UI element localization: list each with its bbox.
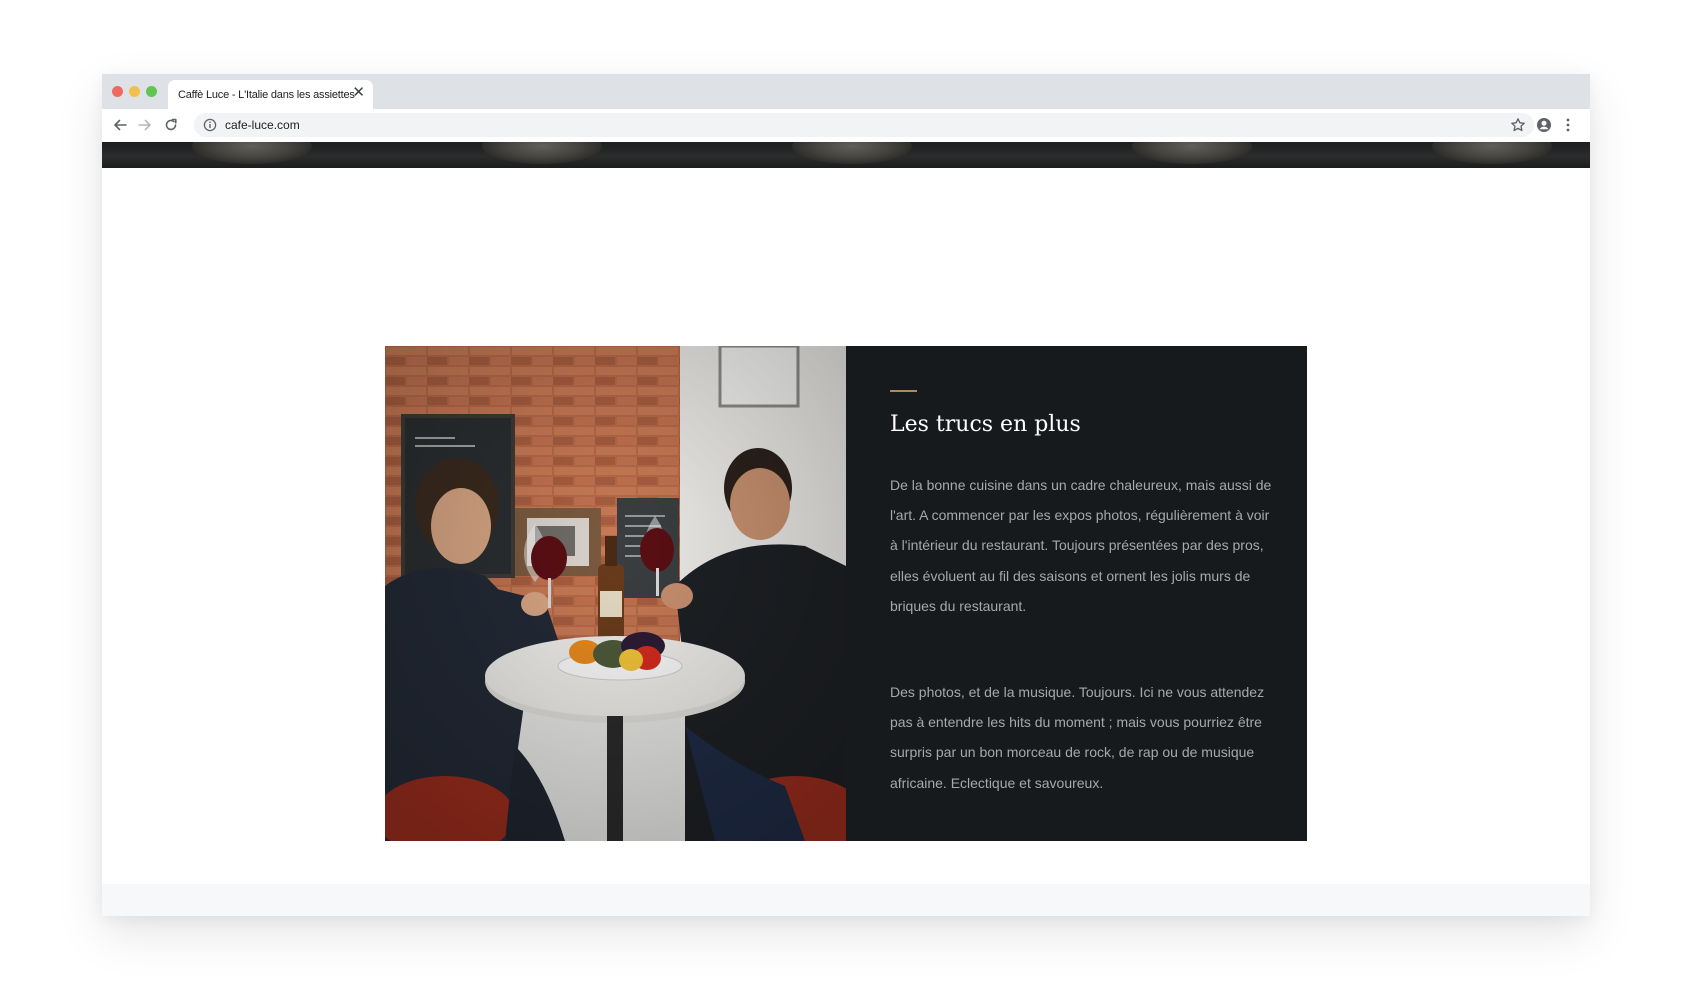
tab-title: Caffè Luce - L'Italie dans les assiettes: [178, 89, 355, 101]
address-bar[interactable]: cafe-luce.com: [194, 113, 1534, 137]
maximize-window-button[interactable]: [146, 86, 157, 97]
browser-window: Caffè Luce - L'Italie dans les assiettes…: [102, 74, 1590, 916]
accent-divider: [890, 390, 917, 392]
back-arrow-icon: [114, 119, 127, 131]
profile-icon[interactable]: [1536, 117, 1552, 133]
browser-toolbar: cafe-luce.com: [102, 109, 1590, 143]
forward-arrow-icon: [138, 119, 151, 131]
page-content: Les trucs en plus De la bonne cuisine da…: [102, 168, 1590, 884]
url-text[interactable]: cafe-luce.com: [225, 118, 300, 132]
info-icon[interactable]: [203, 118, 217, 132]
reload-icon: [165, 118, 177, 131]
tab-close-icon[interactable]: ✕: [352, 85, 365, 100]
section-title: Les trucs en plus: [890, 412, 1081, 437]
back-button[interactable]: [110, 115, 130, 135]
tab-bar: Caffè Luce - L'Italie dans les assiettes…: [102, 74, 1590, 109]
browser-tab[interactable]: Caffè Luce - L'Italie dans les assiettes…: [168, 80, 373, 109]
forward-button[interactable]: [135, 115, 155, 135]
paragraph-art: De la bonne cuisine dans un cadre chaleu…: [890, 477, 1272, 614]
footer-band: [102, 884, 1590, 916]
feature-text-panel: Les trucs en plus De la bonne cuisine da…: [846, 346, 1307, 841]
minimize-window-button[interactable]: [129, 86, 140, 97]
feature-section: Les trucs en plus De la bonne cuisine da…: [385, 346, 1307, 841]
kebab-menu-icon[interactable]: [1565, 117, 1571, 133]
restaurant-photo: [385, 346, 846, 841]
hero-image-strip: [102, 142, 1590, 168]
close-window-button[interactable]: [112, 86, 123, 97]
paragraph-music: Des photos, et de la musique. Toujours. …: [890, 684, 1265, 791]
star-icon[interactable]: [1510, 117, 1526, 133]
window-controls: [112, 86, 157, 97]
reload-button[interactable]: [161, 115, 181, 135]
